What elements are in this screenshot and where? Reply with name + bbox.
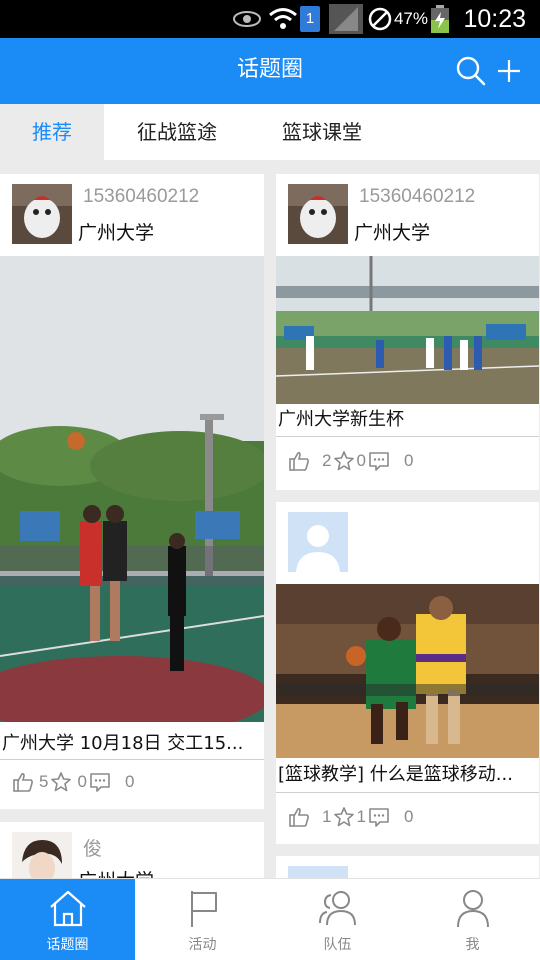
comment-count: 0 bbox=[403, 451, 414, 470]
school-name: 广州大学 bbox=[78, 222, 155, 244]
search-icon[interactable] bbox=[454, 54, 488, 88]
star-icon[interactable] bbox=[333, 450, 355, 472]
post-card[interactable]: 俊 广州大学 bbox=[0, 822, 264, 878]
comment-icon[interactable] bbox=[368, 450, 390, 472]
comment-icon[interactable] bbox=[368, 806, 390, 828]
user-name: 15360460212 bbox=[359, 186, 476, 207]
school-name: 广州大学 bbox=[354, 222, 431, 244]
eye-icon bbox=[232, 0, 262, 38]
app-header: 话题圈 bbox=[0, 38, 540, 104]
comment-count: 0 bbox=[403, 807, 414, 826]
post-card[interactable] bbox=[276, 856, 539, 878]
nav-me[interactable]: 我 bbox=[405, 879, 540, 960]
tab-bar: 推荐 征战篮途 篮球课堂 bbox=[0, 104, 540, 160]
user-name: 俊 bbox=[83, 839, 103, 860]
like-icon[interactable] bbox=[288, 806, 310, 828]
star-icon[interactable] bbox=[333, 806, 355, 828]
post-caption[interactable]: 广州大学新生杯 bbox=[276, 404, 539, 436]
post-card[interactable]: [篮球教学] 什么是篮球移动... 1 1 0 bbox=[276, 502, 539, 844]
avatar[interactable] bbox=[12, 832, 72, 878]
star-count: 0 bbox=[77, 772, 87, 791]
tab-class[interactable]: 篮球课堂 bbox=[266, 104, 378, 160]
like-count: 1 bbox=[322, 807, 332, 826]
post-photo[interactable] bbox=[276, 584, 539, 758]
like-icon[interactable] bbox=[288, 450, 310, 472]
user-name: 15360460212 bbox=[83, 186, 200, 207]
nav-activities[interactable]: 活动 bbox=[135, 879, 270, 960]
divider bbox=[0, 759, 264, 760]
comment-count: 0 bbox=[124, 772, 135, 791]
tab-battle[interactable]: 征战篮途 bbox=[118, 104, 236, 160]
nav-label: 队伍 bbox=[323, 937, 352, 953]
like-icon[interactable] bbox=[12, 771, 34, 793]
person-icon bbox=[457, 890, 489, 928]
nav-teams[interactable]: 队伍 bbox=[270, 879, 405, 960]
star-count: 1 bbox=[356, 807, 366, 826]
star-icon[interactable] bbox=[50, 771, 72, 793]
avatar[interactable] bbox=[12, 184, 72, 244]
block-icon bbox=[368, 0, 392, 38]
feed: 15360460212 广州大学 广州大学 10月18日 交工15... 5 0… bbox=[0, 160, 540, 878]
signal-icon bbox=[328, 0, 364, 38]
post-caption[interactable]: 广州大学 10月18日 交工15... bbox=[0, 729, 264, 759]
flag-icon bbox=[191, 891, 217, 927]
nav-topics[interactable]: 话题圈 bbox=[0, 879, 135, 960]
group-icon bbox=[319, 891, 356, 926]
post-caption[interactable]: [篮球教学] 什么是篮球移动... bbox=[276, 758, 539, 792]
divider bbox=[276, 792, 539, 793]
post-photo[interactable] bbox=[0, 256, 264, 722]
wifi-icon bbox=[268, 0, 298, 38]
bottom-nav: 话题圈 活动 队伍 我 bbox=[0, 878, 540, 960]
add-icon[interactable] bbox=[492, 54, 526, 88]
divider bbox=[276, 436, 539, 437]
post-actions: 5 0 0 bbox=[12, 767, 136, 797]
post-card[interactable]: 15360460212 广州大学 广州大学新生杯 2 0 0 bbox=[276, 174, 539, 490]
school-name: 广州大学 bbox=[78, 866, 154, 878]
like-count: 5 bbox=[39, 772, 49, 791]
post-card[interactable]: 15360460212 广州大学 广州大学 10月18日 交工15... 5 0… bbox=[0, 174, 264, 809]
default-avatar-icon[interactable] bbox=[288, 512, 348, 572]
avatar[interactable] bbox=[288, 184, 348, 244]
clock-time: 10:23 bbox=[463, 4, 526, 33]
battery-icon bbox=[430, 0, 450, 38]
battery-percent: 47% bbox=[393, 9, 428, 28]
post-actions: 2 0 0 bbox=[288, 446, 415, 476]
comment-icon[interactable] bbox=[89, 771, 111, 793]
nav-label: 我 bbox=[465, 937, 480, 953]
post-actions: 1 1 0 bbox=[288, 802, 415, 832]
star-count: 0 bbox=[356, 451, 366, 470]
like-count: 2 bbox=[322, 451, 332, 470]
nav-label: 话题圈 bbox=[46, 937, 89, 953]
sim-label: 1 bbox=[300, 6, 320, 32]
default-avatar-icon[interactable] bbox=[288, 866, 348, 878]
post-photo[interactable] bbox=[276, 256, 539, 404]
status-bar: 1 47% 10:23 bbox=[0, 0, 540, 38]
sim-icon: 1 bbox=[300, 0, 320, 38]
home-icon bbox=[50, 890, 86, 927]
nav-label: 活动 bbox=[188, 937, 217, 953]
tab-recommend[interactable]: 推荐 bbox=[0, 104, 104, 160]
